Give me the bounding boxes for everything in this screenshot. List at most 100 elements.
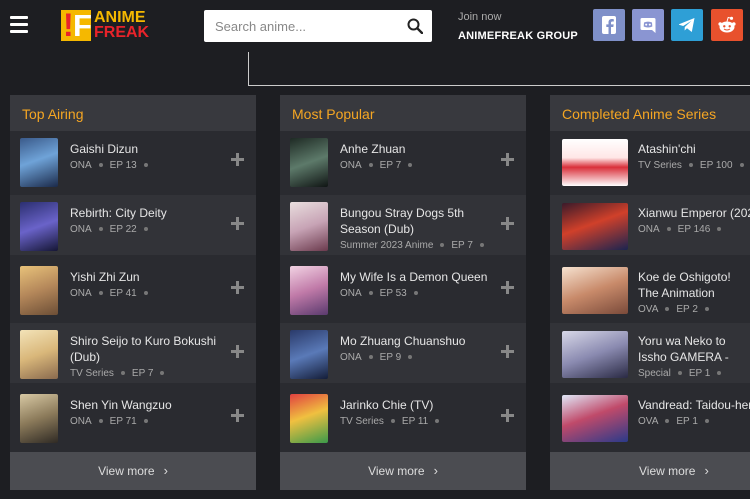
view-more-button[interactable]: View more › bbox=[10, 452, 256, 490]
add-icon[interactable] bbox=[501, 409, 514, 422]
telegram-button[interactable] bbox=[671, 9, 703, 41]
site-header: !F ANIME FREAK Join now ANIMEFREAK GROUP bbox=[0, 0, 750, 52]
anime-title[interactable]: Mo Zhuang Chuanshuo bbox=[340, 333, 500, 349]
section-top-airing: Top Airing Gaishi Dizun ONA EP 13 Rebirth… bbox=[10, 95, 256, 490]
add-icon[interactable] bbox=[501, 217, 514, 230]
section-header: Most Popular bbox=[280, 95, 526, 131]
list-item[interactable]: Yishi Zhi Zun ONA EP 41 bbox=[10, 259, 256, 319]
anime-meta: OVA EP 1 bbox=[638, 416, 716, 427]
anime-thumbnail[interactable] bbox=[562, 267, 628, 314]
anime-thumbnail[interactable] bbox=[20, 138, 58, 187]
anime-meta: ONA EP 146 bbox=[638, 224, 728, 235]
anime-thumbnail[interactable] bbox=[20, 266, 58, 315]
search-bar bbox=[204, 10, 432, 42]
section-most-popular: Most Popular Anhe Zhuan ONA EP 7 Bungou S… bbox=[280, 95, 526, 490]
anime-title[interactable]: Jarinko Chie (TV) bbox=[340, 397, 500, 413]
join-group: Join now ANIMEFREAK GROUP bbox=[458, 11, 578, 42]
chevron-right-icon: › bbox=[433, 463, 438, 478]
anime-title[interactable]: Yishi Zhi Zun bbox=[70, 269, 230, 285]
anime-title[interactable]: Yoru wa Neko to Issho GAMERA -Rebirth- bbox=[638, 333, 750, 365]
add-icon[interactable] bbox=[231, 217, 244, 230]
logo-mark: ! F bbox=[61, 7, 92, 43]
anime-thumbnail[interactable] bbox=[290, 330, 328, 379]
anime-meta: Special EP 1 bbox=[638, 368, 728, 379]
add-icon[interactable] bbox=[501, 281, 514, 294]
join-label: Join now bbox=[458, 11, 502, 23]
view-more-button[interactable]: View more › bbox=[550, 452, 750, 490]
anime-meta: ONA EP 41 bbox=[70, 288, 155, 299]
anime-title[interactable]: Xianwu Emperor (2021 bbox=[638, 205, 750, 221]
facebook-icon bbox=[602, 16, 616, 34]
telegram-icon bbox=[679, 18, 695, 32]
divider-line bbox=[248, 52, 750, 86]
anime-meta: OVA EP 2 bbox=[638, 304, 716, 315]
anime-meta: ONA EP 13 bbox=[70, 160, 155, 171]
reddit-button[interactable] bbox=[711, 9, 743, 41]
anime-title[interactable]: Vandread: Taidou-hen bbox=[638, 397, 750, 413]
anime-meta: ONA EP 53 bbox=[340, 288, 425, 299]
anime-meta: TV Series EP 11 bbox=[340, 416, 446, 427]
view-more-button[interactable]: View more › bbox=[280, 452, 526, 490]
anime-title[interactable]: Anhe Zhuan bbox=[340, 141, 500, 157]
anime-thumbnail[interactable] bbox=[562, 203, 628, 250]
anime-meta: ONA EP 9 bbox=[340, 352, 419, 363]
anime-thumbnail[interactable] bbox=[290, 138, 328, 187]
list-item[interactable]: Yoru wa Neko to Issho GAMERA -Rebirth- S… bbox=[550, 323, 750, 383]
list-item[interactable]: Xianwu Emperor (2021 ONA EP 146 bbox=[550, 195, 750, 255]
list-item[interactable]: Atashin'chi TV Series EP 100 bbox=[550, 131, 750, 191]
chevron-right-icon: › bbox=[163, 463, 168, 478]
anime-title[interactable]: Shen Yin Wangzuo bbox=[70, 397, 230, 413]
list-item[interactable]: Shen Yin Wangzuo ONA EP 71 bbox=[10, 387, 256, 447]
discord-button[interactable] bbox=[632, 9, 664, 41]
add-icon[interactable] bbox=[501, 153, 514, 166]
group-name: ANIMEFREAK GROUP bbox=[458, 30, 578, 42]
list-item[interactable]: Rebirth: City Deity ONA EP 22 bbox=[10, 195, 256, 255]
list-item[interactable]: My Wife Is a Demon Queen ONA EP 53 bbox=[280, 259, 526, 319]
anime-thumbnail[interactable] bbox=[562, 331, 628, 378]
list-item[interactable]: Anhe Zhuan ONA EP 7 bbox=[280, 131, 526, 191]
anime-thumbnail[interactable] bbox=[562, 139, 628, 186]
anime-title[interactable]: Atashin'chi bbox=[638, 141, 750, 157]
chevron-right-icon: › bbox=[704, 463, 709, 478]
anime-title[interactable]: Gaishi Dizun bbox=[70, 141, 230, 157]
anime-title[interactable]: Koe de Oshigoto! The Animation bbox=[638, 269, 750, 301]
section-title: Completed Anime Series bbox=[562, 106, 717, 122]
add-icon[interactable] bbox=[231, 281, 244, 294]
anime-thumbnail[interactable] bbox=[20, 330, 58, 379]
search-icon[interactable] bbox=[407, 18, 423, 34]
list-item[interactable]: Koe de Oshigoto! The Animation OVA EP 2 bbox=[550, 259, 750, 319]
add-icon[interactable] bbox=[231, 153, 244, 166]
discord-icon bbox=[640, 18, 656, 33]
anime-thumbnail[interactable] bbox=[20, 394, 58, 443]
section-header: Completed Anime Series bbox=[550, 95, 750, 131]
add-icon[interactable] bbox=[231, 345, 244, 358]
list-item[interactable]: Mo Zhuang Chuanshuo ONA EP 9 bbox=[280, 323, 526, 383]
anime-thumbnail[interactable] bbox=[20, 202, 58, 251]
anime-meta: ONA EP 22 bbox=[70, 224, 155, 235]
search-input[interactable] bbox=[204, 10, 405, 42]
anime-meta: Summer 2023 Anime EP 7 bbox=[340, 240, 491, 251]
anime-meta: ONA EP 7 bbox=[340, 160, 419, 171]
add-icon[interactable] bbox=[231, 409, 244, 422]
anime-title[interactable]: Rebirth: City Deity bbox=[70, 205, 230, 221]
anime-title[interactable]: My Wife Is a Demon Queen bbox=[340, 269, 500, 285]
section-title: Most Popular bbox=[292, 106, 375, 122]
list-item[interactable]: Gaishi Dizun ONA EP 13 bbox=[10, 131, 256, 191]
anime-thumbnail[interactable] bbox=[290, 394, 328, 443]
list-item[interactable]: Jarinko Chie (TV) TV Series EP 11 bbox=[280, 387, 526, 447]
anime-title[interactable]: Shiro Seijo to Kuro Bokushi (Dub) bbox=[70, 333, 230, 365]
list-item[interactable]: Vandread: Taidou-hen OVA EP 1 bbox=[550, 387, 750, 447]
list-item[interactable]: Shiro Seijo to Kuro Bokushi (Dub) TV Ser… bbox=[10, 323, 256, 383]
anime-thumbnail[interactable] bbox=[562, 395, 628, 442]
section-completed: Completed Anime Series Atashin'chi TV Se… bbox=[550, 95, 750, 490]
anime-title[interactable]: Bungou Stray Dogs 5th Season (Dub) bbox=[340, 205, 500, 237]
list-item[interactable]: Bungou Stray Dogs 5th Season (Dub) Summe… bbox=[280, 195, 526, 255]
menu-icon[interactable] bbox=[10, 16, 28, 33]
site-logo[interactable]: ! F ANIME FREAK bbox=[61, 9, 156, 43]
logo-text: ANIME FREAK bbox=[94, 9, 150, 41]
anime-thumbnail[interactable] bbox=[290, 202, 328, 251]
facebook-button[interactable] bbox=[593, 9, 625, 41]
anime-thumbnail[interactable] bbox=[290, 266, 328, 315]
reddit-icon bbox=[718, 16, 736, 33]
add-icon[interactable] bbox=[501, 345, 514, 358]
